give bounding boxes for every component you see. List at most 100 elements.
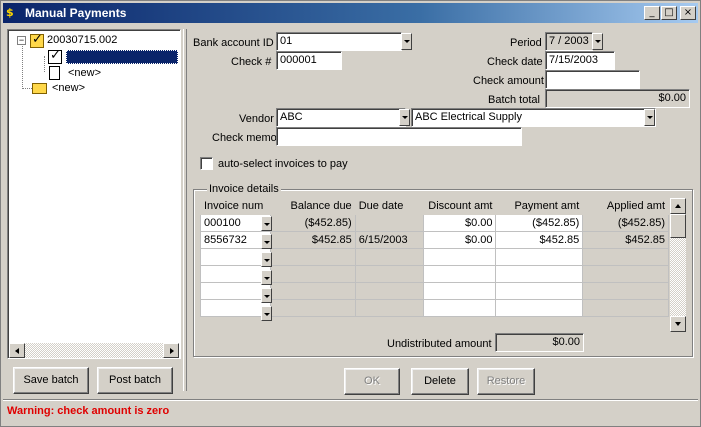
discount-cell[interactable] xyxy=(422,248,497,266)
balance-due-cell xyxy=(269,265,356,283)
invoice-num-cell[interactable] xyxy=(200,299,271,317)
col-header-invoice: Invoice num xyxy=(200,197,271,215)
warning-status: Warning: check amount is zero xyxy=(7,405,170,417)
check-doc-icon: ✓ xyxy=(48,48,62,64)
applied-cell xyxy=(582,282,669,300)
invoice-dropdown-icon[interactable] xyxy=(261,306,272,321)
invoice-num-cell[interactable]: 000100 xyxy=(200,214,271,232)
payment-cell[interactable]: ($452.85) xyxy=(495,214,584,232)
scroll-down-icon[interactable] xyxy=(670,316,686,332)
applied-cell: ($452.85) xyxy=(582,214,669,232)
period-label: Period xyxy=(510,37,542,49)
manual-payments-window: $ Manual Payments _ □ × − ✓ 20030715.002… xyxy=(0,0,701,427)
minimize-button[interactable]: _ xyxy=(644,6,660,20)
bank-account-field[interactable]: 01 xyxy=(276,32,402,51)
invoice-num-cell[interactable] xyxy=(200,265,271,283)
bank-account-label: Bank account ID xyxy=(193,37,274,49)
check-amount-field[interactable] xyxy=(545,70,640,89)
vendor-name-dropdown-icon[interactable] xyxy=(644,109,655,126)
due-date-cell xyxy=(354,265,424,283)
check-memo-field[interactable] xyxy=(276,127,522,146)
close-button[interactable]: × xyxy=(680,6,696,20)
maximize-button[interactable]: □ xyxy=(661,6,677,20)
discount-cell[interactable]: $0.00 xyxy=(422,214,497,232)
discount-cell[interactable] xyxy=(422,265,497,283)
invoice-num-cell[interactable]: 8556732 xyxy=(200,231,271,249)
scroll-right-icon[interactable] xyxy=(163,343,179,358)
new-doc-icon xyxy=(49,66,60,80)
check-num-label: Check # xyxy=(231,56,272,68)
applied-cell: $452.85 xyxy=(582,231,669,249)
applied-cell xyxy=(582,299,669,317)
collapse-icon[interactable]: − xyxy=(17,36,26,45)
save-batch-button[interactable]: Save batch xyxy=(13,367,89,394)
col-header-due-date: Due date xyxy=(354,197,424,215)
due-date-cell xyxy=(354,214,424,232)
tree-root-new[interactable]: <new> xyxy=(52,82,85,94)
invoice-num-cell[interactable] xyxy=(200,282,271,300)
tree-root-label[interactable]: 20030715.002 xyxy=(47,34,117,46)
status-divider xyxy=(3,399,698,401)
col-header-balance: Balance due xyxy=(269,197,356,215)
check-amount-label: Check amount xyxy=(473,75,544,87)
balance-due-cell: $452.85 xyxy=(269,231,356,249)
discount-cell[interactable] xyxy=(422,299,497,317)
period-field[interactable]: 7 / 2003 xyxy=(545,32,593,51)
checked-folder-icon: ✓ xyxy=(30,32,44,48)
due-date-cell xyxy=(354,248,424,266)
applied-cell xyxy=(582,265,669,283)
delete-button[interactable]: Delete xyxy=(411,368,469,395)
auto-select-checkbox[interactable] xyxy=(200,157,213,170)
undistributed-label: Undistributed amount xyxy=(387,338,492,350)
undistributed-value: $0.00 xyxy=(495,333,584,352)
col-header-payment: Payment amt xyxy=(495,197,584,215)
due-date-cell: 6/15/2003 xyxy=(354,231,424,249)
invoice-header-row: Invoice num Balance due Due date Discoun… xyxy=(200,197,669,215)
invoice-dropdown-icon[interactable] xyxy=(261,234,272,249)
scroll-left-icon[interactable] xyxy=(9,343,25,358)
panel-splitter[interactable] xyxy=(183,29,187,391)
scroll-thumb[interactable] xyxy=(670,214,686,238)
vendor-name-field[interactable]: ABC Electrical Supply xyxy=(411,108,656,127)
vendor-label: Vendor xyxy=(239,113,274,125)
discount-cell[interactable]: $0.00 xyxy=(422,231,497,249)
balance-due-cell xyxy=(269,299,356,317)
invoice-vscrollbar[interactable] xyxy=(670,198,686,332)
check-num-field[interactable]: 000001 xyxy=(276,51,342,70)
payment-cell[interactable] xyxy=(495,282,584,300)
payment-cell[interactable] xyxy=(495,265,584,283)
invoice-dropdown-icon[interactable] xyxy=(261,270,272,285)
bank-account-dropdown-icon[interactable] xyxy=(401,33,412,50)
discount-cell[interactable] xyxy=(422,282,497,300)
restore-button[interactable]: Restore xyxy=(477,368,535,395)
post-batch-button[interactable]: Post batch xyxy=(97,367,173,394)
tree-item-selected[interactable] xyxy=(66,50,178,64)
tree-item-new[interactable]: <new> xyxy=(68,67,101,79)
payment-cell[interactable] xyxy=(495,248,584,266)
due-date-cell xyxy=(354,299,424,317)
invoice-dropdown-icon[interactable] xyxy=(261,216,272,231)
vendor-id-dropdown-icon[interactable] xyxy=(399,109,410,126)
invoice-dropdown-icon[interactable] xyxy=(261,252,272,267)
vendor-id-field[interactable]: ABC xyxy=(276,108,406,127)
applied-cell xyxy=(582,248,669,266)
col-header-discount: Discount amt xyxy=(422,197,497,215)
payment-cell[interactable]: $452.85 xyxy=(495,231,584,249)
period-dropdown-icon[interactable] xyxy=(592,33,603,50)
window-title: Manual Payments xyxy=(25,6,127,20)
invoice-details-title: Invoice details xyxy=(207,183,281,195)
payment-cell[interactable] xyxy=(495,299,584,317)
invoice-num-cell[interactable] xyxy=(200,248,271,266)
tree-hscrollbar[interactable] xyxy=(9,343,179,358)
folder-icon xyxy=(32,83,47,94)
batch-tree[interactable]: − ✓ 20030715.002 ✓ <new> <new> xyxy=(7,29,181,359)
batch-total-label: Batch total xyxy=(488,94,540,106)
batch-total-value: $0.00 xyxy=(545,89,690,108)
invoice-dropdown-icon[interactable] xyxy=(261,288,272,303)
auto-select-label: auto-select invoices to pay xyxy=(218,158,348,170)
col-header-applied: Applied amt xyxy=(582,197,669,215)
scroll-up-icon[interactable] xyxy=(670,198,686,214)
check-date-field[interactable]: 7/15/2003 xyxy=(545,51,615,70)
title-bar[interactable]: $ Manual Payments _ □ × xyxy=(3,3,698,23)
ok-button[interactable]: OK xyxy=(344,368,400,395)
